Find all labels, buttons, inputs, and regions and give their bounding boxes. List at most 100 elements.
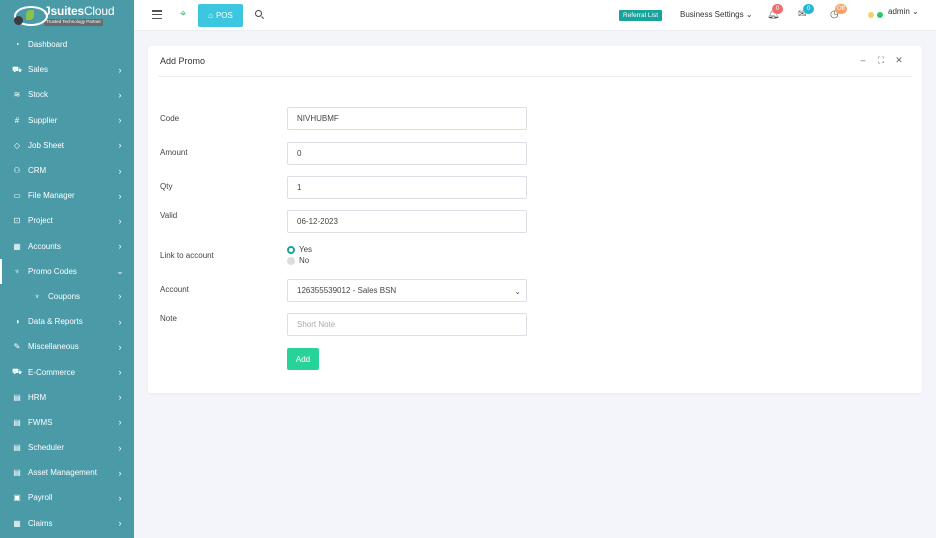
chevron-right-icon: › xyxy=(118,140,122,151)
chevron-right-icon: › xyxy=(118,215,122,226)
sidebar-item-label: Stock xyxy=(28,90,49,100)
file-icon: ▤ xyxy=(13,443,21,453)
chevron-right-icon: › xyxy=(118,367,122,378)
hamburger-menu-icon[interactable] xyxy=(152,10,162,19)
referral-list-button[interactable]: Referral List xyxy=(619,10,663,21)
code-input[interactable]: NIVHUBMF xyxy=(287,107,527,130)
qty-input[interactable]: 1 xyxy=(287,176,527,199)
search-icon[interactable] xyxy=(255,10,265,20)
note-label: Note xyxy=(160,314,177,323)
card-header: Add Promo – ⛶ ✕ xyxy=(158,46,912,77)
folder-icon: ▭ xyxy=(13,191,21,201)
sidebar-item-miscellaneous[interactable]: ✎ Miscellaneous › xyxy=(0,334,134,359)
sidebar-item-hrm[interactable]: ▤ HRM › xyxy=(0,385,134,410)
business-settings-dropdown[interactable]: Business Settings ⌄ xyxy=(680,10,753,19)
chevron-right-icon: › xyxy=(118,392,122,403)
sidebar-item-stock[interactable]: ≋ Stock › xyxy=(0,82,134,107)
radio-unchecked-icon xyxy=(287,256,295,265)
minimize-icon[interactable]: – xyxy=(858,55,868,65)
sidebar-item-label: Payroll xyxy=(28,493,53,503)
sidebar-item-label: Project xyxy=(28,216,53,226)
expand-icon[interactable]: ⛶ xyxy=(876,55,886,66)
file-icon: ▤ xyxy=(13,468,21,478)
add-promo-card: Add Promo – ⛶ ✕ Code NIVHUBMF Amount 0 Q… xyxy=(148,46,922,393)
chevron-right-icon: › xyxy=(118,89,122,100)
sidebar-item-e-commerce[interactable]: ⛟ E-Commerce › xyxy=(0,359,134,384)
chevron-down-icon: ⌄ xyxy=(912,7,919,16)
code-label: Code xyxy=(160,114,180,123)
sidebar-item-sales[interactable]: ⛟ Sales › xyxy=(0,57,134,82)
cart-icon: ⛟ xyxy=(11,367,23,377)
sidebar-item-dashboard[interactable]: ◔ Dashboard xyxy=(0,32,134,57)
pos-button[interactable]: ⌂ POS xyxy=(198,4,243,27)
money-icon: ▣ xyxy=(13,493,21,503)
calculator-icon: ▦ xyxy=(13,518,21,528)
sidebar-item-job-sheet[interactable]: ◇ Job Sheet › xyxy=(0,133,134,158)
sidebar-item-file-manager[interactable]: ▭ File Manager › xyxy=(0,183,134,208)
chevron-down-icon: ⌄ xyxy=(514,287,521,296)
sidebar-item-coupons[interactable]: ♆ Coupons › xyxy=(0,284,134,309)
radio-yes[interactable]: Yes xyxy=(287,245,312,254)
chevron-down-icon: ⌄ xyxy=(116,265,124,276)
note-input[interactable]: Short Note xyxy=(287,313,527,336)
amount-input[interactable]: 0 xyxy=(287,142,527,165)
sidebar-item-scheduler[interactable]: ▤ Scheduler › xyxy=(0,435,134,460)
chevron-right-icon: › xyxy=(118,341,122,352)
sidebar-item-fwms[interactable]: ▤ FWMS › xyxy=(0,410,134,435)
amount-label: Amount xyxy=(160,148,188,157)
sidebar-item-crm[interactable]: ⚇ CRM › xyxy=(0,158,134,183)
sidebar-item-project[interactable]: ⊡ Project › xyxy=(0,208,134,233)
bag-icon: ⌂ xyxy=(208,11,213,20)
location-pin-icon[interactable]: ⌖ xyxy=(180,9,189,20)
sidebar: JsuitesCloud Trusted Technology Partner … xyxy=(0,0,134,538)
sidebar-item-label: Miscellaneous xyxy=(28,342,79,352)
sidebar-item-label: Scheduler xyxy=(28,443,65,453)
bell-icon[interactable]: 🔔︎ 0 xyxy=(767,4,783,20)
account-label: Account xyxy=(160,285,189,294)
sidebar-item-label: Accounts xyxy=(28,241,61,251)
edit-icon: ✎ xyxy=(13,342,21,352)
sidebar-item-payroll[interactable]: ▣ Payroll › xyxy=(0,485,134,510)
sidebar-item-label: Sales xyxy=(28,65,49,75)
sidebar-item-label: E-Commerce xyxy=(28,367,76,377)
sidebar-item-supplier[interactable]: # Supplier › xyxy=(0,108,134,133)
chevron-right-icon: › xyxy=(118,316,122,327)
brand-logo[interactable]: JsuitesCloud Trusted Technology Partner xyxy=(0,0,134,31)
sidebar-item-label: CRM xyxy=(28,166,47,176)
chevron-right-icon: › xyxy=(118,241,122,252)
dashboard-icon: ◔ xyxy=(14,40,20,50)
link-to-account-label: Link to account xyxy=(160,251,214,260)
layers-icon: ≋ xyxy=(13,90,21,100)
clock-icon[interactable]: ◷ Off xyxy=(830,4,847,20)
mail-icon[interactable]: ✉︎ 0 xyxy=(798,4,814,20)
account-select[interactable]: 126355539012 - Sales BSN ⌄ xyxy=(287,279,527,302)
sidebar-item-accounts[interactable]: ▦ Accounts › xyxy=(0,234,134,259)
avatar[interactable] xyxy=(868,11,884,19)
qty-label: Qty xyxy=(160,182,173,191)
chevron-right-icon: › xyxy=(118,64,122,75)
diamond-icon: ◇ xyxy=(13,140,21,150)
valid-date-input[interactable]: 06-12-2023 xyxy=(287,210,527,233)
logo-icon xyxy=(12,4,50,28)
sidebar-item-data-reports[interactable]: ◑ Data & Reports › xyxy=(0,309,134,334)
chevron-right-icon: › xyxy=(118,115,122,126)
add-button[interactable]: Add xyxy=(287,348,319,370)
chevron-right-icon: › xyxy=(118,467,122,478)
chevron-right-icon: › xyxy=(118,492,122,503)
sidebar-item-claims[interactable]: ▦ Claims › xyxy=(0,511,134,536)
brand-tagline: Trusted Technology Partner xyxy=(44,19,104,26)
sidebar-item-label: HRM xyxy=(28,392,47,402)
sidebar-item-asset-management[interactable]: ▤ Asset Management › xyxy=(0,460,134,485)
file-icon: ▤ xyxy=(13,417,21,427)
sidebar-item-label: Coupons xyxy=(48,291,81,301)
sidebar-item-promo-codes[interactable]: ♆ Promo Codes ⌄ xyxy=(0,258,134,284)
user-menu[interactable]: admin ⌄ xyxy=(888,7,919,16)
chevron-right-icon: › xyxy=(118,417,122,428)
sidebar-item-label: File Manager xyxy=(28,191,75,201)
chevron-right-icon: › xyxy=(118,442,122,453)
radio-no[interactable]: No xyxy=(287,256,309,265)
calculator-icon: ▦ xyxy=(13,241,21,251)
sidebar-item-label: Promo Codes xyxy=(28,266,77,276)
close-icon[interactable]: ✕ xyxy=(894,55,904,66)
topbar: ⌖ ⌂ POS Referral List Business Settings … xyxy=(134,0,936,31)
